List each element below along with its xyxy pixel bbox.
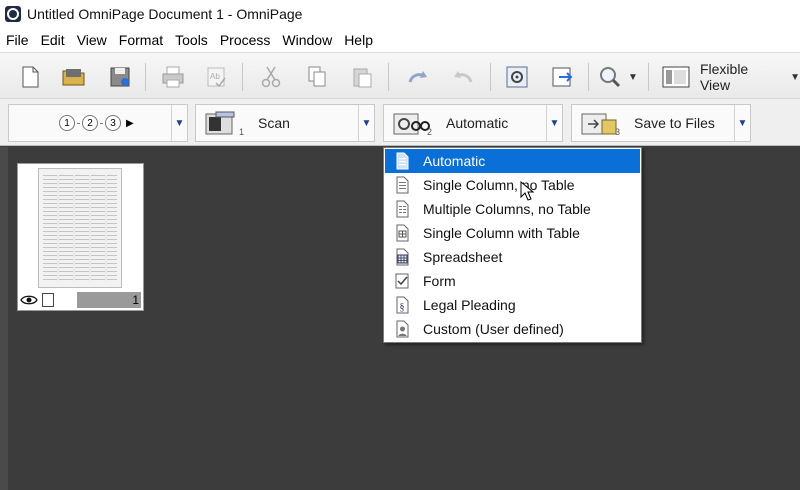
step-3-indicator: 3 [105,115,121,131]
page-preview-image [38,168,122,288]
gear-icon [506,66,528,88]
standard-toolbar: Ab ▼ Flexible View ▼ [0,52,800,98]
page-thumbnail[interactable]: 1 [17,163,144,311]
menu-edit[interactable]: Edit [35,28,71,52]
menu-view[interactable]: View [71,28,113,52]
svg-text:§: § [400,302,405,313]
undo-icon [408,71,427,83]
magnifier-icon [600,67,621,88]
toolbar-separator [242,63,243,91]
toolbar-separator [388,63,389,91]
scissors-icon [261,66,281,88]
open-folder-icon [62,69,85,86]
svg-text:Ab: Ab [210,72,220,81]
zoom-button[interactable] [594,61,626,93]
new-document-icon [22,66,39,88]
scan-label: Scan [258,115,290,131]
workflow-toolbar: 1 2 3 ▶ ▼ 1 Scan ▼ 2 Automatic ▼ 3 Save … [0,98,800,146]
spell-check-icon: Ab [207,67,226,88]
mouse-cursor-icon [520,181,534,201]
paste-button[interactable] [347,61,379,93]
open-button[interactable] [58,61,90,93]
workspace-edge [0,147,8,490]
print-button[interactable] [157,61,189,93]
play-icon: ▶ [126,117,134,129]
menu-item-single-column[interactable]: Single Column, no Table [385,173,640,197]
form-icon [395,273,409,289]
workflow-steps: 1 2 3 ▶ [59,115,134,131]
page-icon [42,293,54,307]
menu-item-single-column-table[interactable]: Single Column with Table [385,221,640,245]
step-1-indicator: 1 [59,115,75,131]
copy-icon [308,66,326,87]
workflow-steps-selector[interactable]: 1 2 3 ▶ ▼ [8,104,188,142]
single-column-icon [396,176,409,194]
automatic-layout-icon [396,152,409,170]
menu-item-form[interactable]: Form [385,269,640,293]
toolbar-separator [588,63,589,91]
menu-item-multiple-columns[interactable]: Multiple Columns, no Table [385,197,640,221]
chevron-down-icon: ▼ [790,71,800,83]
print-icon [162,66,184,88]
multiple-columns-icon [396,200,409,218]
layout-dropdown-menu: Automatic Single Column, no Table Multip… [383,147,642,343]
chevron-down-icon[interactable]: ▼ [171,105,187,141]
menu-tools[interactable]: Tools [169,28,214,52]
export-arrow-icon [552,67,573,87]
menu-window[interactable]: Window [276,28,338,52]
chevron-down-icon[interactable]: ▼ [546,105,562,141]
redo-icon [454,71,473,83]
save-to-files-icon: 3 [580,109,620,137]
window-title: Untitled OmniPage Document 1 - OmniPage [27,6,303,22]
menu-file[interactable]: File [0,28,35,52]
menu-item-legal-pleading[interactable]: § Legal Pleading [385,293,640,317]
scanner-icon: 1 [204,109,244,137]
page-number: 1 [77,292,141,308]
view-mode-label: Flexible View [699,61,749,93]
chevron-down-icon: ▼ [628,71,638,83]
export-button[interactable] [547,61,579,93]
menu-format[interactable]: Format [113,28,169,52]
eye-icon[interactable] [20,294,38,306]
settings-button[interactable] [501,61,533,93]
scan-selector[interactable]: 1 Scan ▼ [195,104,375,142]
undo-button[interactable] [402,61,434,93]
export-selector[interactable]: 3 Save to Files ▼ [571,104,751,142]
recognize-glasses-icon: 2 [392,109,432,137]
menu-process[interactable]: Process [214,28,277,52]
cut-button[interactable] [255,61,287,93]
menu-bar: File Edit View Format Tools Process Wind… [0,28,800,52]
menu-help[interactable]: Help [338,28,379,52]
spell-check-button[interactable]: Ab [201,61,233,93]
legal-pleading-icon: § [396,296,409,314]
thumbnail-status-bar: 1 [18,290,143,310]
menu-item-spreadsheet[interactable]: Spreadsheet [385,245,640,269]
toolbar-separator [648,63,649,91]
step-2-indicator: 2 [82,115,98,131]
zoom-dropdown[interactable]: ▼ [626,61,640,93]
copy-button[interactable] [301,61,333,93]
spreadsheet-icon [396,248,409,266]
chevron-down-icon[interactable]: ▼ [358,105,374,141]
recognize-selector[interactable]: 2 Automatic ▼ [383,104,563,142]
flexible-view-icon [662,66,690,88]
save-button[interactable] [104,61,136,93]
view-mode-selector[interactable]: Flexible View ▼ [662,61,800,93]
omnipage-app-icon [5,6,21,22]
toolbar-separator [145,63,146,91]
new-document-button[interactable] [14,61,46,93]
menu-item-automatic[interactable]: Automatic [385,149,640,173]
menu-item-custom[interactable]: Custom (User defined) [385,317,640,341]
redo-button[interactable] [447,61,479,93]
chevron-down-icon[interactable]: ▼ [734,105,750,141]
toolbar-separator [490,63,491,91]
export-label: Save to Files [634,115,715,131]
column-with-table-icon [396,224,409,242]
save-icon [110,67,130,87]
paste-icon [353,68,372,88]
recognize-label: Automatic [446,115,509,131]
custom-user-icon [396,320,409,338]
title-bar: Untitled OmniPage Document 1 - OmniPage [0,0,800,28]
